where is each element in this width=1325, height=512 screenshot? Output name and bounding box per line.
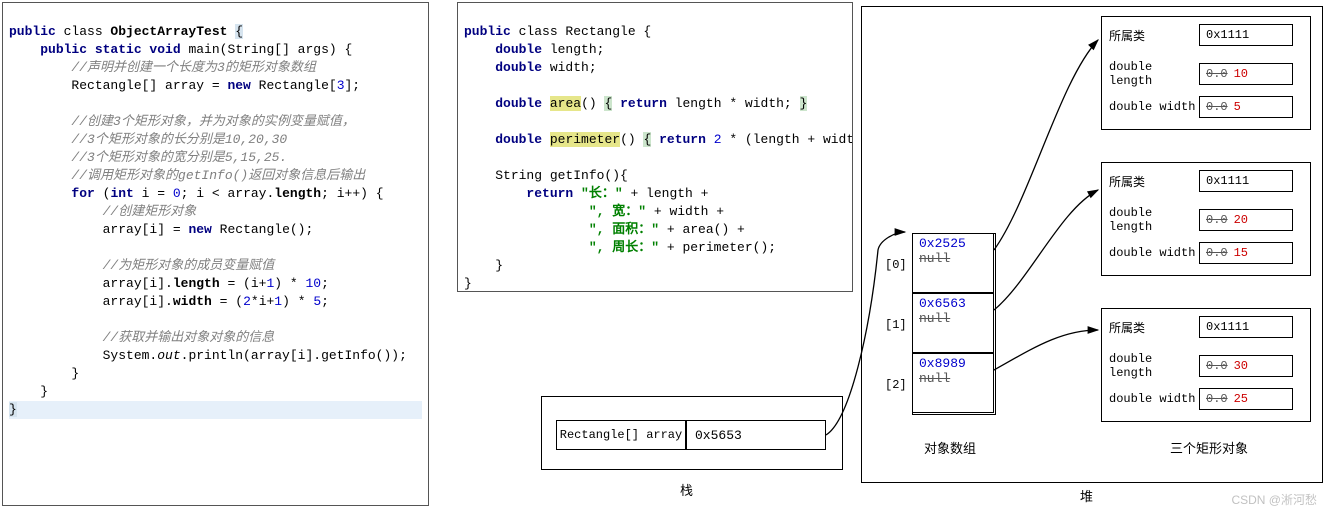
- rect0-class-value: 0x1111: [1199, 24, 1293, 46]
- watermark: CSDN @淅河愁: [1231, 491, 1317, 508]
- array-cell-0-addr: 0x2525: [919, 236, 987, 251]
- rect2-wid-value: 0.025: [1199, 388, 1293, 410]
- array-index-1: [1]: [885, 318, 907, 332]
- array-cell-2: 0x8989 null: [912, 353, 994, 413]
- rect1-class-value: 0x1111: [1199, 170, 1293, 192]
- code-panel-objectarraytest: public class ObjectArrayTest { public st…: [2, 2, 429, 506]
- stack-var-name: Rectangle[] array: [556, 420, 686, 450]
- rect1-class-label: 所属类: [1109, 173, 1199, 190]
- heap-label: 堆: [1080, 486, 1093, 505]
- stack-var-value: 0x5653: [686, 420, 826, 450]
- rect0-len-value: 0.010: [1199, 63, 1293, 85]
- rect0-class-label: 所属类: [1109, 27, 1199, 44]
- array-cell-1-null: null: [919, 311, 950, 326]
- stack-label: 栈: [680, 480, 693, 499]
- array-label: 对象数组: [924, 438, 976, 457]
- rect2-class-value: 0x1111: [1199, 316, 1293, 338]
- array-cell-2-addr: 0x8989: [919, 356, 987, 371]
- rect2-class-label: 所属类: [1109, 319, 1199, 336]
- array-cell-1-addr: 0x6563: [919, 296, 987, 311]
- diagram-root: public class ObjectArrayTest { public st…: [0, 0, 1325, 512]
- array-index-0: [0]: [885, 258, 907, 272]
- rect2-len-value: 0.030: [1199, 355, 1293, 377]
- rect1-len-label: double length: [1109, 206, 1199, 234]
- array-cell-0-null: null: [919, 251, 950, 266]
- rect1-wid-value: 0.015: [1199, 242, 1293, 264]
- rect2-len-label: double length: [1109, 352, 1199, 380]
- array-cell-0: 0x2525 null: [912, 233, 994, 293]
- rect0-len-label: double length: [1109, 60, 1199, 88]
- rect1-wid-label: double width: [1109, 246, 1199, 260]
- rect0-wid-value: 0.05: [1199, 96, 1293, 118]
- code-panel-rectangle: public class Rectangle { double length; …: [457, 2, 853, 292]
- array-index-2: [2]: [885, 378, 907, 392]
- array-cell-1: 0x6563 null: [912, 293, 994, 353]
- rects-label: 三个矩形对象: [1170, 438, 1248, 457]
- rect2-wid-label: double width: [1109, 392, 1199, 406]
- array-cell-2-null: null: [919, 371, 950, 386]
- rect0-wid-label: double width: [1109, 100, 1199, 114]
- rect1-len-value: 0.020: [1199, 209, 1293, 231]
